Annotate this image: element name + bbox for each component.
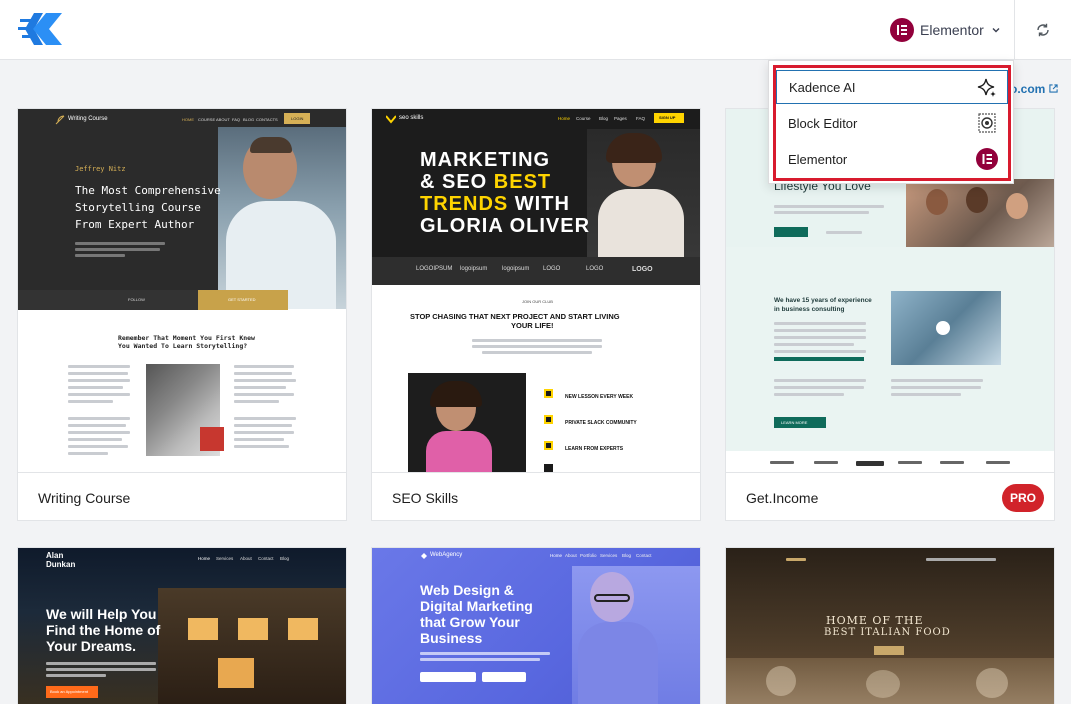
dropdown-item-label: Elementor <box>788 151 848 167</box>
card-footer: Get.Income PRO <box>726 472 1054 520</box>
template-preview: Alan Dunkan Home Services About Contact … <box>18 548 346 704</box>
template-card-webagency[interactable]: WebAgency Home About Portfolio Services … <box>371 547 701 704</box>
chevron-down-icon <box>992 28 1000 33</box>
sparkle-icon <box>977 78 996 97</box>
template-preview: seo skills Home Course Blog Pages FAQ SI… <box>372 109 700 472</box>
dropdown-item-elementor[interactable]: Elementor <box>776 142 1008 176</box>
template-card-writing-course[interactable]: Writing Course HOME COURSE ABOUT FAQ BLO… <box>17 108 347 521</box>
template-preview: HOME OF THE BEST ITALIAN FOOD <box>726 548 1054 704</box>
dropdown-item-kadence-ai[interactable]: Kadence AI <box>776 70 1008 104</box>
page-builder-selector[interactable]: Elementor <box>890 14 1002 46</box>
card-footer: SEO Skills <box>372 472 700 520</box>
template-title: Writing Course <box>38 490 131 506</box>
sync-button[interactable] <box>1014 0 1071 60</box>
webagency-logo-icon <box>421 553 427 559</box>
template-card-seo-skills[interactable]: seo skills Home Course Blog Pages FAQ SI… <box>371 108 701 521</box>
pro-badge: PRO <box>1002 484 1044 512</box>
elementor-icon <box>890 18 914 42</box>
seo-logo-icon <box>386 115 396 124</box>
template-preview: Writing Course HOME COURSE ABOUT FAQ BLO… <box>18 109 346 472</box>
external-link-icon <box>1049 84 1058 93</box>
dropdown-item-block-editor[interactable]: Block Editor <box>776 106 1008 140</box>
card-footer: Writing Course <box>18 472 346 520</box>
template-card-alan-dunkan[interactable]: Alan Dunkan Home Services About Contact … <box>17 547 347 704</box>
dropdown-item-label: Block Editor <box>788 115 858 131</box>
kadence-logo-icon[interactable] <box>18 10 68 48</box>
template-title: SEO Skills <box>392 490 459 506</box>
dropdown-item-label: Kadence AI <box>789 79 856 95</box>
page-builder-dropdown: Kadence AI Block Editor Elementor <box>768 60 1014 184</box>
template-title: Get.Income <box>746 490 819 506</box>
elementor-icon <box>976 148 998 170</box>
page-builder-label: Elementor <box>920 22 984 38</box>
template-preview: WebAgency Home About Portfolio Services … <box>372 548 700 704</box>
sync-icon <box>1037 23 1049 37</box>
block-editor-icon <box>978 113 996 133</box>
template-card-italian-restaurant[interactable]: HOME OF THE BEST ITALIAN FOOD <box>725 547 1055 704</box>
feather-icon <box>55 115 65 125</box>
external-link[interactable]: o.com <box>1010 82 1058 96</box>
top-bar: Elementor <box>0 0 1071 60</box>
preview-brand: Writing Course <box>68 116 108 122</box>
